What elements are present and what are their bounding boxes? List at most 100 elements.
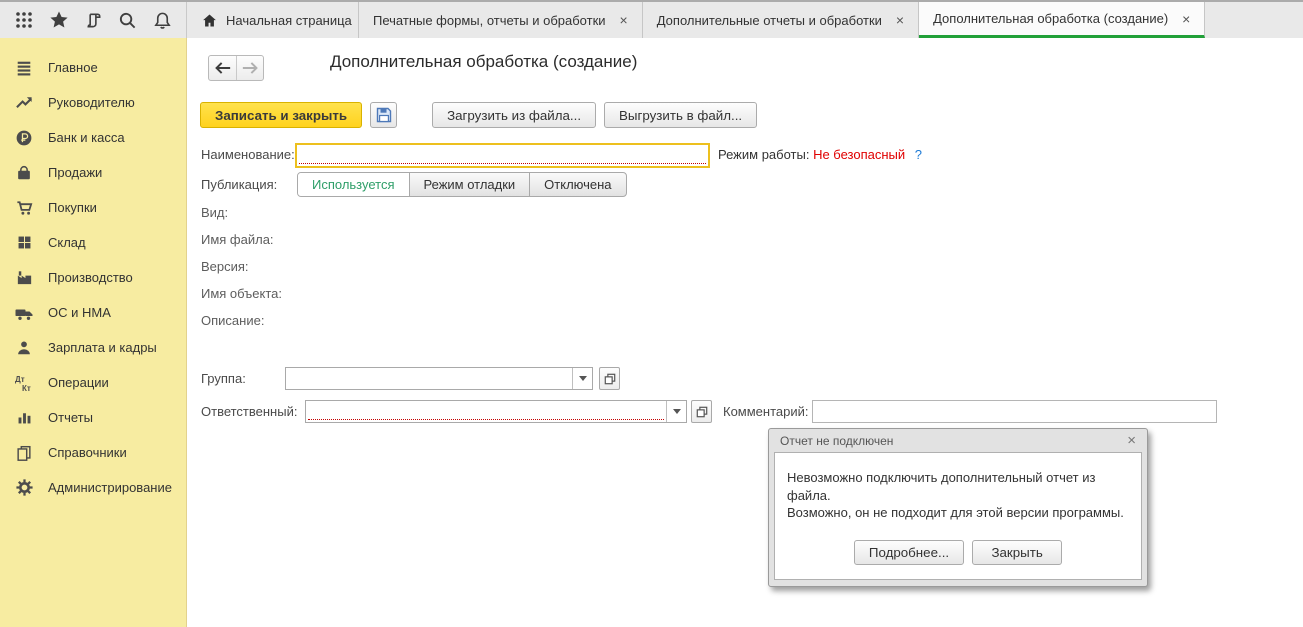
tab-additional-reports[interactable]: Дополнительные отчеты и обработки × (642, 2, 920, 38)
notifications-bell-icon[interactable] (150, 8, 174, 32)
tab-label: Печатные формы, отчеты и обработки (373, 12, 606, 28)
load-from-file-button[interactable]: Загрузить из файла... (432, 102, 597, 128)
tab-label: Дополнительная обработка (создание) (933, 11, 1169, 26)
publication-option-used[interactable]: Используется (298, 173, 409, 196)
responsible-dropdown-button[interactable] (666, 401, 686, 422)
tab-close-icon[interactable]: × (620, 13, 628, 27)
bar-chart-icon (14, 408, 34, 428)
version-label: Версия: (201, 259, 249, 274)
sidebar-item-operations[interactable]: Дт Кт Операции (0, 365, 186, 400)
sidebar-item-main[interactable]: Главное (0, 50, 186, 85)
save-and-close-button[interactable]: Записать и закрыть (200, 102, 363, 128)
sidebar-item-label: Администрирование (48, 480, 172, 495)
tab-close-icon[interactable]: × (896, 13, 904, 27)
dialog-title-bar[interactable]: Отчет не подключен × (774, 429, 1142, 452)
tab-close-icon[interactable]: × (1182, 12, 1190, 26)
top-bar: Начальная страница Печатные формы, отчет… (0, 0, 1303, 38)
save-button[interactable] (370, 102, 398, 128)
sidebar-item-sales[interactable]: Продажи (0, 155, 186, 190)
dialog-message-line1: Невозможно подключить дополнительный отч… (787, 470, 1096, 503)
responsible-open-button[interactable] (691, 400, 712, 423)
sidebar-item-label: Главное (48, 60, 98, 75)
group-input[interactable] (286, 368, 572, 389)
sidebar-item-label: ОС и НМА (48, 305, 111, 320)
sidebar-item-administration[interactable]: Администрирование (0, 470, 186, 505)
sidebar-item-label: Справочники (48, 445, 127, 460)
dialog-buttons: Подробнее... Закрыть (787, 539, 1129, 565)
books-icon (14, 443, 34, 463)
quick-tool-strip (0, 2, 187, 38)
name-input[interactable] (297, 145, 708, 166)
tab-bar: Начальная страница Печатные формы, отчет… (187, 2, 1303, 38)
help-link[interactable]: ? (915, 147, 922, 162)
publication-option-debug[interactable]: Режим отладки (408, 173, 530, 196)
sidebar-item-label: Операции (48, 375, 109, 390)
chevron-down-icon (672, 409, 681, 414)
close-button[interactable]: Закрыть (972, 539, 1063, 565)
sidebar-item-label: Продажи (48, 165, 103, 180)
back-button[interactable] (209, 56, 236, 80)
tab-label: Дополнительные отчеты и обработки (656, 12, 882, 28)
dialog-message-line2: Возможно, он не подходит для этой версии… (787, 505, 1124, 521)
kind-label: Вид: (201, 205, 229, 220)
form-area: Дополнительная обработка (создание) Запи… (188, 38, 1303, 627)
responsible-input[interactable] (306, 401, 666, 422)
sidebar-item-label: Руководителю (48, 95, 135, 110)
unload-to-file-button[interactable]: Выгрузить в файл... (604, 102, 758, 128)
sidebar-item-label: Склад (48, 235, 86, 250)
comment-input[interactable] (813, 401, 1216, 422)
sidebar-item-production[interactable]: Производство (0, 260, 186, 295)
sidebar-item-label: Зарплата и кадры (48, 340, 157, 355)
dialog-close-icon[interactable]: × (1127, 432, 1136, 449)
open-windows-icon (604, 373, 615, 384)
publication-option-disabled[interactable]: Отключена (529, 173, 625, 196)
tab-print-forms[interactable]: Печатные формы, отчеты и обработки × (359, 2, 643, 38)
ruble-coin-icon (14, 128, 34, 148)
object-name-label: Имя объекта: (201, 286, 283, 301)
sidebar-item-label: Производство (48, 270, 133, 285)
truck-icon (14, 303, 34, 323)
dt-kt-icon: Дт Кт (14, 373, 34, 393)
group-combobox (285, 367, 593, 390)
responsible-label: Ответственный: (201, 404, 298, 419)
sidebar-item-purchases[interactable]: Покупки (0, 190, 186, 225)
favorites-star-icon[interactable] (47, 8, 71, 32)
sidebar-item-manager[interactable]: Руководителю (0, 85, 186, 120)
name-label: Наименование: (201, 147, 295, 162)
group-open-button[interactable] (599, 367, 620, 390)
nav-history-group (208, 55, 264, 81)
sidebar-item-bank-cash[interactable]: Банк и касса (0, 120, 186, 155)
sidebar-item-warehouse[interactable]: Склад (0, 225, 186, 260)
comment-input-wrapper (812, 400, 1217, 423)
factory-icon (14, 268, 34, 288)
forward-button[interactable] (236, 56, 263, 80)
bag-icon (14, 163, 34, 183)
sidebar-item-fixed-assets[interactable]: ОС и НМА (0, 295, 186, 330)
tab-additional-processing-creation[interactable]: Дополнительная обработка (создание) × (919, 2, 1206, 38)
chevron-down-icon (578, 376, 587, 381)
page-title: Дополнительная обработка (создание) (330, 52, 638, 71)
description-label: Описание: (201, 313, 265, 328)
history-scroll-icon[interactable] (81, 8, 105, 32)
comment-label: Комментарий: (723, 404, 809, 419)
group-label: Группа: (201, 371, 246, 386)
sidebar-item-directories[interactable]: Справочники (0, 435, 186, 470)
home-icon (201, 12, 218, 29)
command-bar: Записать и закрыть Загрузить из файла...… (200, 102, 758, 128)
open-windows-icon (696, 406, 707, 417)
sidebar-item-label: Банк и касса (48, 130, 125, 145)
dialog-title: Отчет не подключен (780, 433, 894, 448)
search-icon[interactable] (116, 8, 140, 32)
menu-grid-icon[interactable] (12, 8, 36, 32)
sidebar-item-label: Покупки (48, 200, 97, 215)
svg-text:Дт: Дт (15, 375, 25, 384)
details-button[interactable]: Подробнее... (853, 539, 965, 565)
sidebar: Главное Руководителю Банк и касса Продаж… (0, 38, 187, 627)
tab-home[interactable]: Начальная страница (187, 2, 359, 38)
sidebar-item-reports[interactable]: Отчеты (0, 400, 186, 435)
group-dropdown-button[interactable] (572, 368, 592, 389)
work-mode-label: Режим работы: (718, 147, 810, 162)
sidebar-item-salary-hr[interactable]: Зарплата и кадры (0, 330, 186, 365)
trend-up-icon (14, 93, 34, 113)
gear-icon (14, 478, 34, 498)
